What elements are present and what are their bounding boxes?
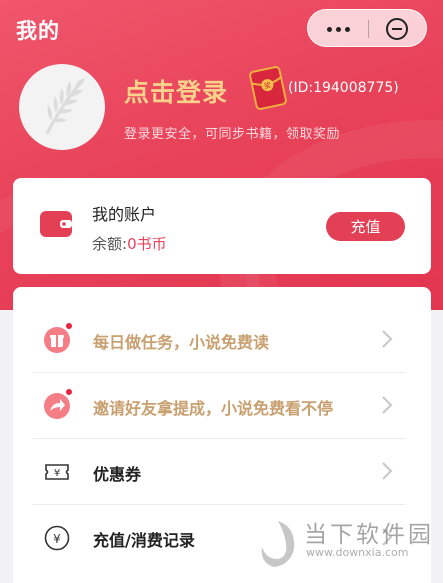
avatar[interactable] bbox=[19, 64, 105, 150]
menu-item-label: 邀请好友拿提成，小说免费看不停 bbox=[93, 399, 334, 418]
menu-item-label: 每日做任务，小说免费读 bbox=[93, 333, 270, 352]
balance-row: 余额:0书币 bbox=[92, 233, 167, 254]
capsule-divider bbox=[368, 20, 369, 38]
balance-label: 余额: bbox=[92, 235, 128, 253]
share-icon bbox=[44, 393, 70, 419]
watermark: 当下软件园 www.downxia.com bbox=[256, 515, 436, 575]
notification-dot bbox=[65, 322, 73, 330]
user-id: (ID:194008775) bbox=[288, 80, 399, 96]
yuan-icon: ¥ bbox=[44, 525, 70, 551]
mini-program-capsule bbox=[307, 9, 427, 47]
menu-item-label: 优惠券 bbox=[93, 465, 142, 484]
login-subtitle: 登录更安全，可同步书籍，领取奖励 bbox=[124, 127, 341, 142]
chevron-right-icon bbox=[382, 462, 393, 480]
notification-dot bbox=[65, 388, 73, 396]
watermark-text: 当下软件园 bbox=[304, 522, 434, 548]
chevron-right-icon bbox=[382, 396, 393, 414]
menu-item-daily-task[interactable]: 每日做任务，小说免费读 bbox=[13, 307, 431, 373]
more-dots-icon[interactable] bbox=[308, 10, 368, 48]
watermark-logo-icon bbox=[261, 521, 295, 567]
menu-item-label: 充值/消费记录 bbox=[93, 531, 195, 550]
gift-icon bbox=[44, 327, 70, 353]
recharge-button[interactable]: 充值 bbox=[326, 212, 405, 241]
account-title: 我的账户 bbox=[92, 205, 157, 224]
coupon-icon: ¥ bbox=[44, 459, 70, 485]
login-link[interactable]: 点击登录 bbox=[124, 73, 228, 109]
svg-text:¥: ¥ bbox=[54, 468, 60, 479]
wallet-icon bbox=[40, 211, 72, 237]
menu-item-coupons[interactable]: ¥ 优惠券 bbox=[13, 439, 431, 505]
account-card: 我的账户 余额:0书币 充值 bbox=[13, 178, 431, 274]
watermark-url: www.downxia.com bbox=[306, 546, 409, 559]
red-packet-icon: 奖 bbox=[248, 65, 288, 111]
balance-value: 0书币 bbox=[127, 235, 167, 253]
leaf-icon bbox=[45, 78, 85, 135]
page-title: 我的 bbox=[16, 19, 60, 43]
chevron-right-icon bbox=[382, 330, 393, 348]
close-circle-icon[interactable] bbox=[386, 18, 408, 40]
menu-item-invite[interactable]: 邀请好友拿提成，小说免费看不停 bbox=[13, 373, 431, 439]
svg-text:¥: ¥ bbox=[53, 532, 61, 546]
